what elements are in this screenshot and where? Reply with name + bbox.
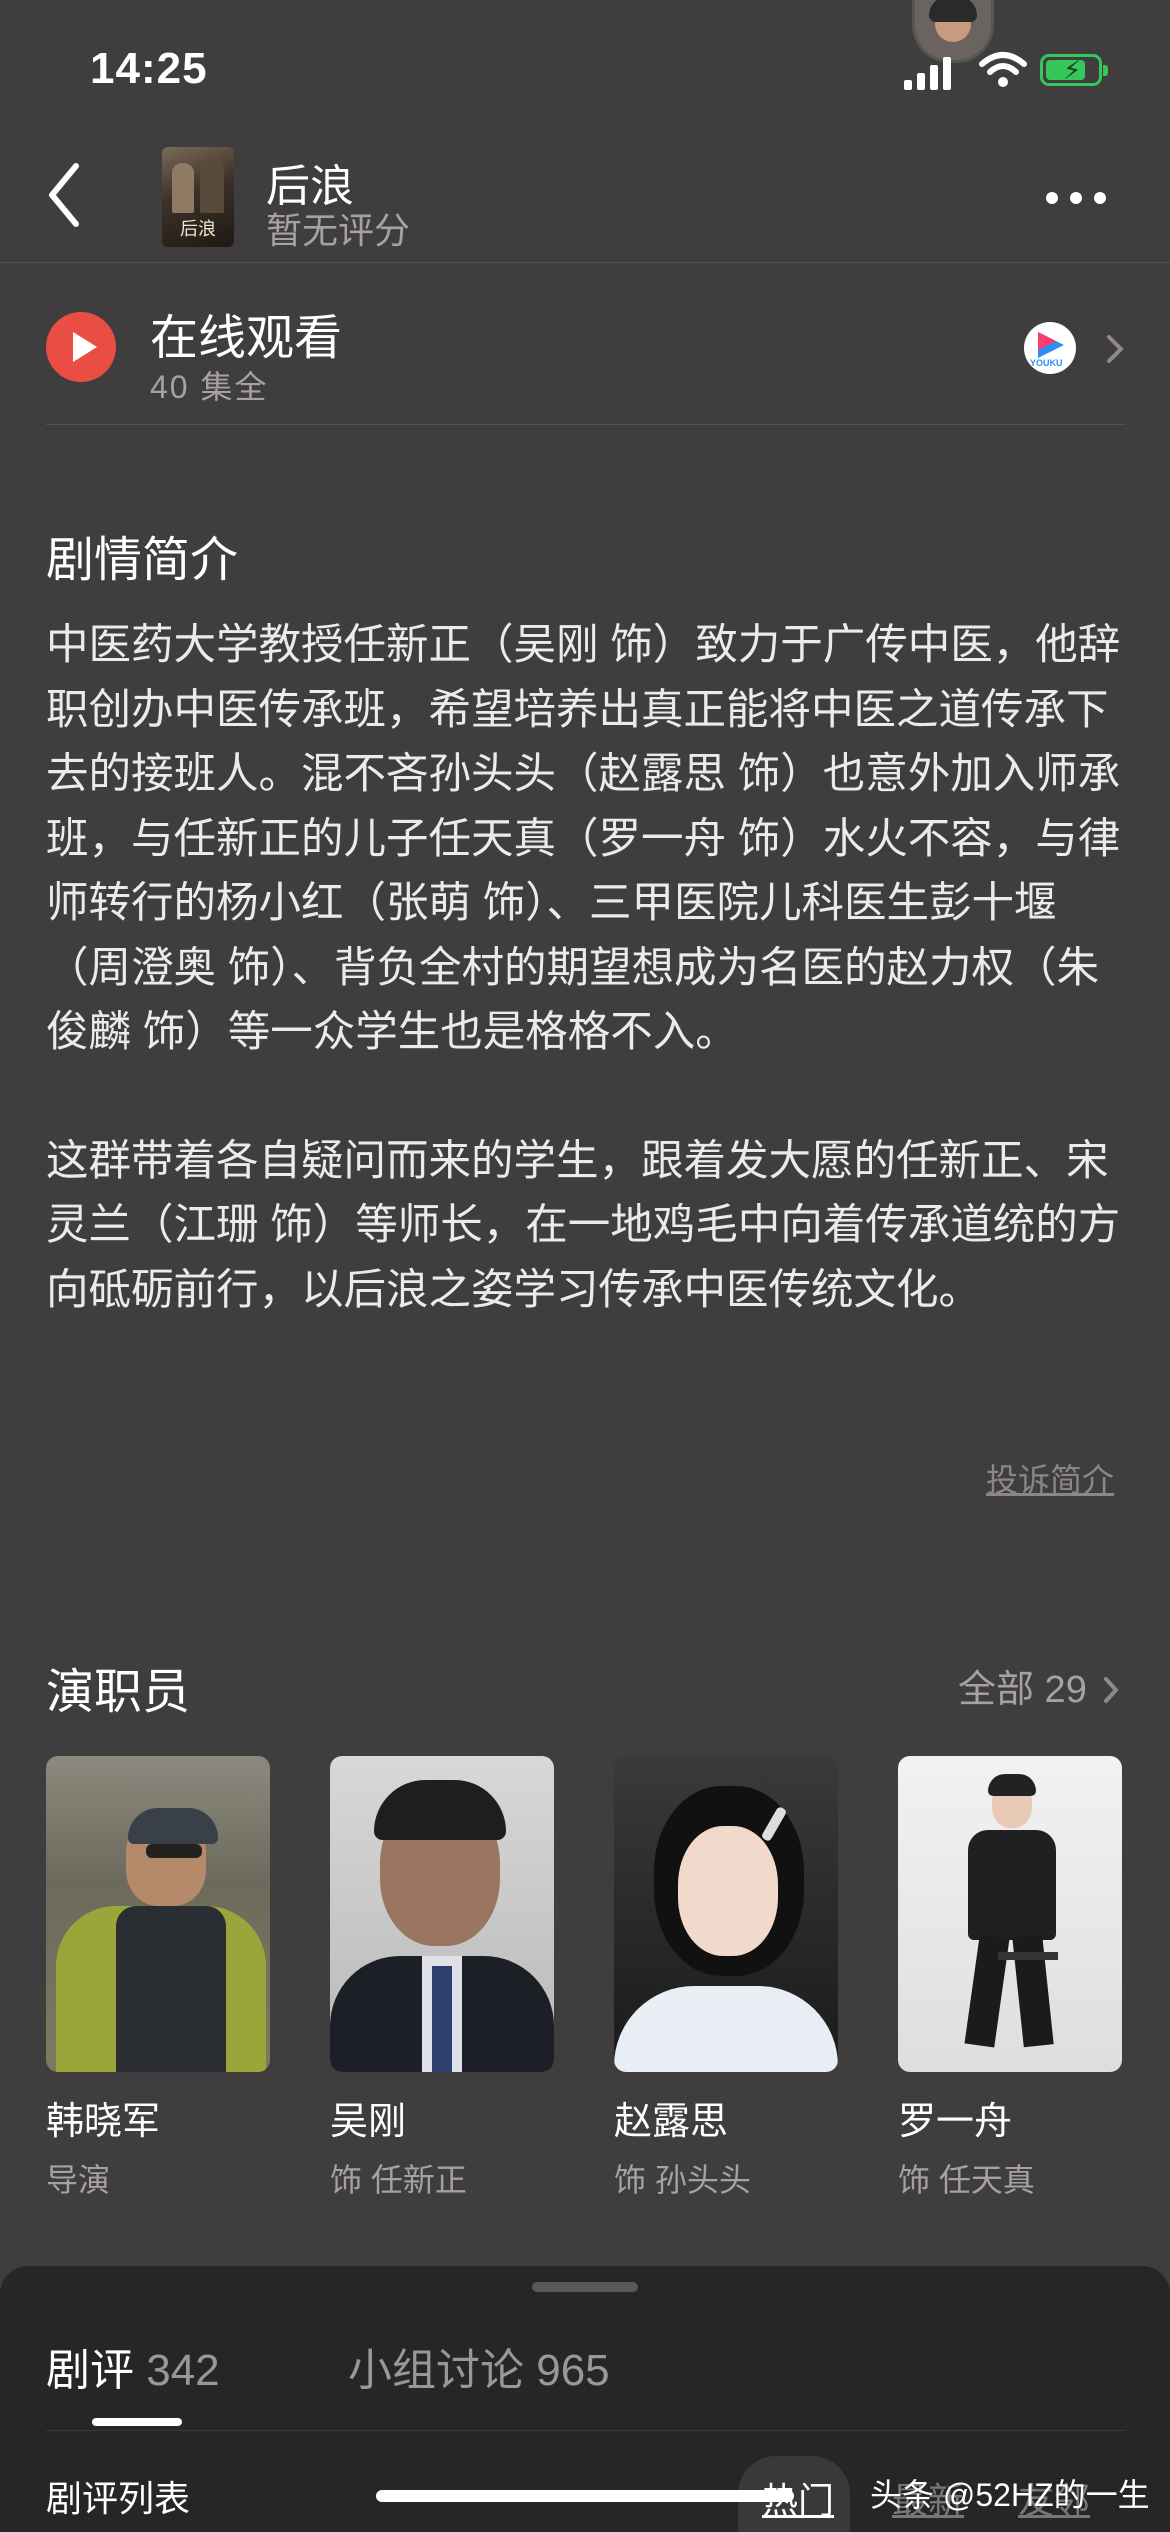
- synopsis-paragraph: 中医药大学教授任新正（吴刚 饰）致力于广传中医，他辞职创办中医传承班，希望培养出…: [46, 622, 1121, 1056]
- play-icon: [46, 312, 116, 382]
- synopsis-paragraph: 这群带着各自疑问而来的学生，跟着发大愿的任新正、宋灵兰（江珊 饰）等师长，在一地…: [46, 1137, 1121, 1314]
- more-options-icon[interactable]: [1046, 192, 1106, 204]
- chevron-right-icon: [1107, 335, 1124, 363]
- cast-role: 饰 任天真: [898, 2162, 1035, 2198]
- review-list-label: 剧评列表: [46, 2478, 191, 2519]
- poster-title: 后浪: [180, 219, 216, 240]
- cast-card[interactable]: 赵露思 饰 孙头头: [614, 1756, 838, 2201]
- cast-role: 饰 孙头头: [614, 2162, 751, 2198]
- cast-role: 导演: [46, 2162, 111, 2198]
- cast-photo: [46, 1756, 270, 2072]
- tab-reviews-count: 342: [146, 2346, 220, 2395]
- cast-card[interactable]: 吴刚 饰 任新正: [330, 1756, 554, 2201]
- tab-reviews[interactable]: 剧评 342: [46, 2334, 220, 2398]
- synopsis-text: 中医药大学教授任新正（吴刚 饰）致力于广传中医，他辞职创办中医传承班，希望培养出…: [46, 614, 1126, 1387]
- cast-photo: [898, 1756, 1122, 2072]
- tabs-divider: [46, 2430, 1126, 2431]
- cast-heading: 演职员: [46, 1666, 191, 1719]
- cast-name: 赵露思: [614, 2101, 729, 2143]
- synopsis-heading: 剧情简介: [46, 534, 239, 587]
- cast-name: 吴刚: [330, 2101, 407, 2143]
- watch-online-title: 在线观看: [150, 312, 343, 365]
- youku-logo-text: YOUKU: [1030, 358, 1063, 368]
- episode-count: 40 集全: [150, 369, 269, 405]
- chevron-right-icon: [1104, 1677, 1120, 1703]
- youku-logo-icon: YOUKU: [1024, 322, 1076, 374]
- cast-all-label: 全部 29: [958, 1669, 1087, 1711]
- back-arrow-icon[interactable]: [44, 160, 84, 230]
- report-synopsis-link[interactable]: 投诉简介: [986, 1455, 1114, 1501]
- cast-card[interactable]: 罗一舟 饰 任天真: [898, 1756, 1122, 2201]
- tab-reviews-label: 剧评: [46, 2346, 134, 2395]
- watermark: 头条 @52HZ的一生: [870, 2477, 1150, 2513]
- cast-role: 饰 任新正: [330, 2162, 467, 2198]
- rating-status: 暂无评分: [266, 210, 411, 251]
- cast-name: 罗一舟: [898, 2101, 1013, 2143]
- cellular-signal-icon: [904, 54, 951, 90]
- wifi-icon: [979, 52, 1027, 87]
- active-tab-indicator: [92, 2418, 182, 2426]
- home-indicator[interactable]: [376, 2490, 794, 2502]
- cast-view-all-link[interactable]: 全部 29: [958, 1658, 1120, 1713]
- cast-photo: [614, 1756, 838, 2072]
- header-divider: [0, 262, 1170, 263]
- battery-charging-icon: ⚡: [1040, 54, 1108, 86]
- sheet-drag-handle[interactable]: [532, 2282, 638, 2292]
- watch-divider: [46, 424, 1126, 425]
- cast-card[interactable]: 韩晓军 导演: [46, 1756, 270, 2201]
- show-poster-thumbnail[interactable]: 后浪: [162, 147, 234, 247]
- status-time: 14:25: [90, 44, 208, 93]
- cast-photo: [330, 1756, 554, 2072]
- cast-name: 韩晓军: [46, 2101, 161, 2143]
- tab-group-discussion[interactable]: 小组讨论 965: [348, 2334, 610, 2398]
